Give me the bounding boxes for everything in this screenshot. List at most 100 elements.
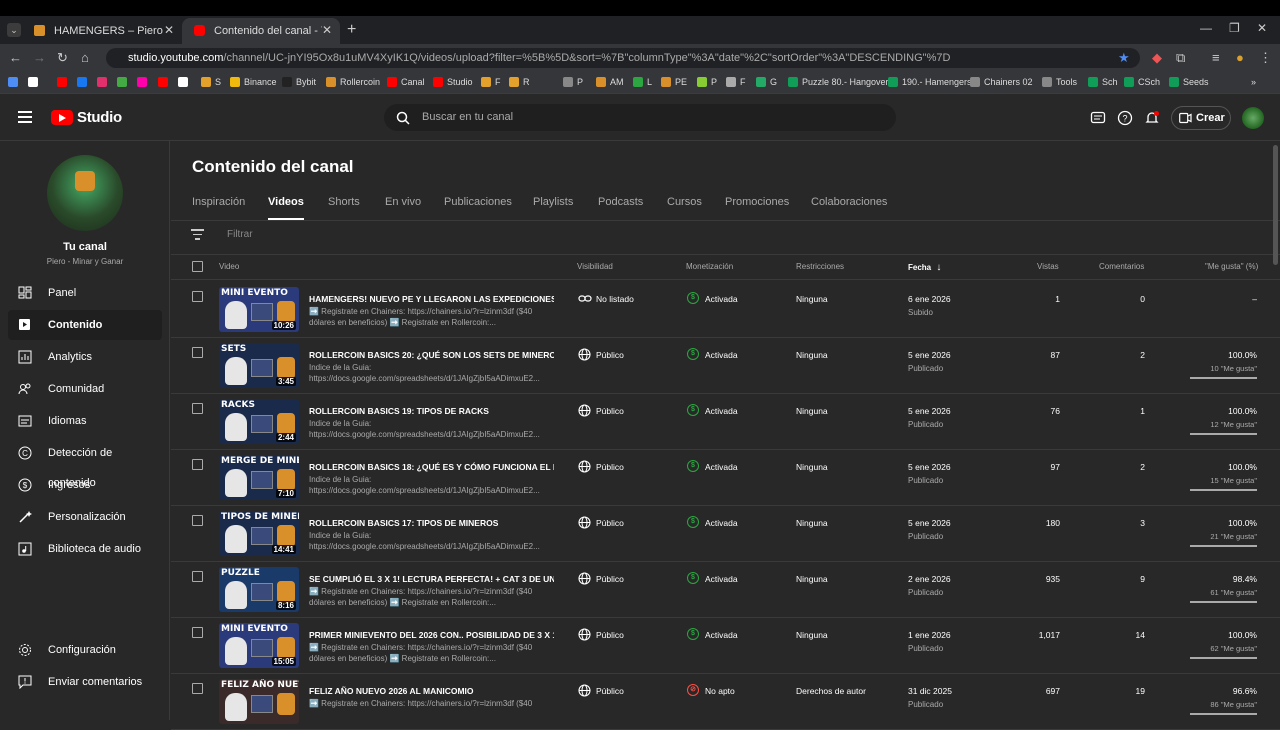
bookmark-item[interactable]: AM: [596, 77, 624, 87]
sidebar-item-comunidad[interactable]: Comunidad: [8, 374, 162, 404]
subtitles-feedback-icon[interactable]: [1090, 110, 1106, 126]
channel-avatar[interactable]: [47, 155, 123, 231]
video-thumbnail[interactable]: PUZZLE 8:16: [219, 567, 299, 612]
row-checkbox[interactable]: [192, 683, 203, 694]
visibility-cell[interactable]: Público: [578, 572, 624, 585]
new-tab-icon[interactable]: +: [347, 21, 356, 39]
bookmark-item[interactable]: R: [509, 77, 530, 87]
video-title[interactable]: PRIMER MINIEVENTO DEL 2026 CON.. POSIBIL…: [309, 630, 554, 640]
tab-search-button[interactable]: ⌄: [7, 23, 21, 37]
browser-tab[interactable]: HAMENGERS – Piero ✕: [22, 18, 182, 44]
bookmark-item[interactable]: 190.- Hamengers: [888, 77, 972, 87]
bookmark-item[interactable]: F: [481, 77, 501, 87]
monetization-cell[interactable]: $ Activada: [687, 292, 738, 304]
video-title[interactable]: ROLLERCOIN BASICS 18: ¿QUÉ ES Y CÓMO FUN…: [309, 462, 554, 472]
monetization-cell[interactable]: $ Activada: [687, 572, 738, 584]
bookmark-favicon-icon[interactable]: [137, 77, 147, 87]
filter-input[interactable]: Filtrar: [227, 229, 253, 240]
video-title[interactable]: HAMENGERS! NUEVO PE Y LLEGARON LAS EXPED…: [309, 294, 554, 304]
close-tab-icon[interactable]: ✕: [164, 23, 174, 37]
close-window-icon[interactable]: ✕: [1257, 21, 1267, 35]
bookmark-favicon-icon[interactable]: [57, 77, 67, 87]
row-checkbox[interactable]: [192, 627, 203, 638]
video-thumbnail[interactable]: TIPOS DE MINEROS 14:41: [219, 511, 299, 556]
bookmark-item[interactable]: Chainers 02: [970, 77, 1033, 87]
create-button[interactable]: Crear: [1171, 106, 1231, 130]
sidebar-item-analytics[interactable]: Analytics: [8, 342, 162, 372]
more-bookmarks-icon[interactable]: »: [1251, 77, 1256, 87]
notifications-bell-icon[interactable]: [1144, 110, 1160, 126]
video-thumbnail[interactable]: MINI EVENTO 10:26: [219, 287, 299, 332]
sidebar-item-personalizaci-n[interactable]: Personalización: [8, 502, 162, 532]
sidebar-item-contenido[interactable]: Contenido: [8, 310, 162, 340]
row-checkbox[interactable]: [192, 571, 203, 582]
bookmark-favicon-icon[interactable]: [178, 77, 188, 87]
tab-publicaciones[interactable]: Publicaciones: [444, 196, 512, 208]
bookmark-item[interactable]: Bybit: [282, 77, 316, 87]
bookmark-item[interactable]: Tools: [1042, 77, 1077, 87]
account-avatar[interactable]: [1242, 107, 1264, 129]
monetization-cell[interactable]: $ Activada: [687, 404, 738, 416]
back-icon[interactable]: ←: [9, 50, 22, 65]
tab-cursos[interactable]: Cursos: [667, 196, 702, 208]
select-all-checkbox[interactable]: [192, 261, 203, 272]
visibility-cell[interactable]: Público: [578, 684, 624, 697]
tab-colaboraciones[interactable]: Colaboraciones: [811, 196, 887, 208]
sidebar-item-detecci-n-de-contenido[interactable]: C Detección de contenido: [8, 438, 162, 489]
bookmark-item[interactable]: Seeds: [1169, 77, 1209, 87]
visibility-cell[interactable]: Público: [578, 628, 624, 641]
visibility-cell[interactable]: Público: [578, 516, 624, 529]
bookmark-item[interactable]: S: [201, 77, 221, 87]
maximize-icon[interactable]: ❐: [1229, 21, 1240, 35]
extension-icon[interactable]: ◆: [1152, 50, 1162, 66]
bookmark-favicon-icon[interactable]: [97, 77, 107, 87]
video-title[interactable]: ROLLERCOIN BASICS 20: ¿QUÉ SON LOS SETS …: [309, 350, 554, 360]
bookmark-favicon-icon[interactable]: [28, 77, 38, 87]
close-tab-icon[interactable]: ✕: [322, 23, 332, 37]
monetization-cell[interactable]: $ Activada: [687, 348, 738, 360]
bookmark-item[interactable]: F: [726, 77, 746, 87]
bookmark-item[interactable]: Rollercoin: [326, 77, 380, 87]
row-checkbox[interactable]: [192, 459, 203, 470]
row-checkbox[interactable]: [192, 403, 203, 414]
tab-videos[interactable]: Videos: [268, 196, 304, 220]
bookmark-item[interactable]: Puzzle 80.- Hangover: [788, 77, 889, 87]
video-thumbnail[interactable]: RACKS 2:44: [219, 399, 299, 444]
forward-icon[interactable]: →: [33, 50, 46, 65]
url-field[interactable]: studio.youtube.com/channel/UC-jnYI95Ox8u…: [106, 48, 1140, 68]
video-title[interactable]: ROLLERCOIN BASICS 19: TIPOS DE RACKS: [309, 406, 554, 416]
tab-playlists[interactable]: Playlists: [533, 196, 573, 208]
tab-shorts[interactable]: Shorts: [328, 196, 360, 208]
menu-icon[interactable]: [18, 111, 32, 123]
media-icon[interactable]: ≡: [1212, 50, 1220, 65]
bookmark-favicon-icon[interactable]: [8, 77, 18, 87]
bookmark-favicon-icon[interactable]: [158, 77, 168, 87]
tab-promociones[interactable]: Promociones: [725, 196, 789, 208]
bookmark-item[interactable]: Canal: [387, 77, 425, 87]
monetization-cell[interactable]: $ Activada: [687, 516, 738, 528]
bookmark-item[interactable]: PE: [661, 77, 687, 87]
sidebar-item-panel[interactable]: Panel: [8, 278, 162, 308]
sidebar-item-biblioteca-de-audio[interactable]: Biblioteca de audio: [8, 534, 162, 564]
studio-logo[interactable]: Studio: [51, 109, 122, 126]
home-icon[interactable]: ⌂: [81, 50, 89, 65]
minimize-icon[interactable]: —: [1200, 21, 1212, 35]
video-thumbnail[interactable]: FELIZ AÑO NUEVO: [219, 679, 299, 724]
bookmark-star-icon[interactable]: ★: [1118, 50, 1130, 66]
bookmark-item[interactable]: P: [697, 77, 717, 87]
bookmark-item[interactable]: Studio: [433, 77, 473, 87]
column-date[interactable]: Fecha ↓: [908, 262, 941, 273]
video-thumbnail[interactable]: MERGE DE MINEROS 7:10: [219, 455, 299, 500]
search-input[interactable]: Buscar en tu canal: [384, 104, 896, 131]
browser-tab-active[interactable]: Contenido del canal - YouTube ✕: [182, 18, 340, 44]
row-checkbox[interactable]: [192, 291, 203, 302]
video-title[interactable]: FELIZ AÑO NUEVO 2026 AL MANICOMIO: [309, 686, 554, 696]
video-thumbnail[interactable]: MINI EVENTO 15:05: [219, 623, 299, 668]
bookmark-item[interactable]: Binance: [230, 77, 277, 87]
scrollbar[interactable]: [1273, 145, 1278, 265]
bookmark-item[interactable]: CSch: [1124, 77, 1160, 87]
monetization-cell[interactable]: ⊘ No apto: [687, 684, 735, 696]
tab-en-vivo[interactable]: En vivo: [385, 196, 421, 208]
bookmark-favicon-icon[interactable]: [117, 77, 127, 87]
row-checkbox[interactable]: [192, 347, 203, 358]
